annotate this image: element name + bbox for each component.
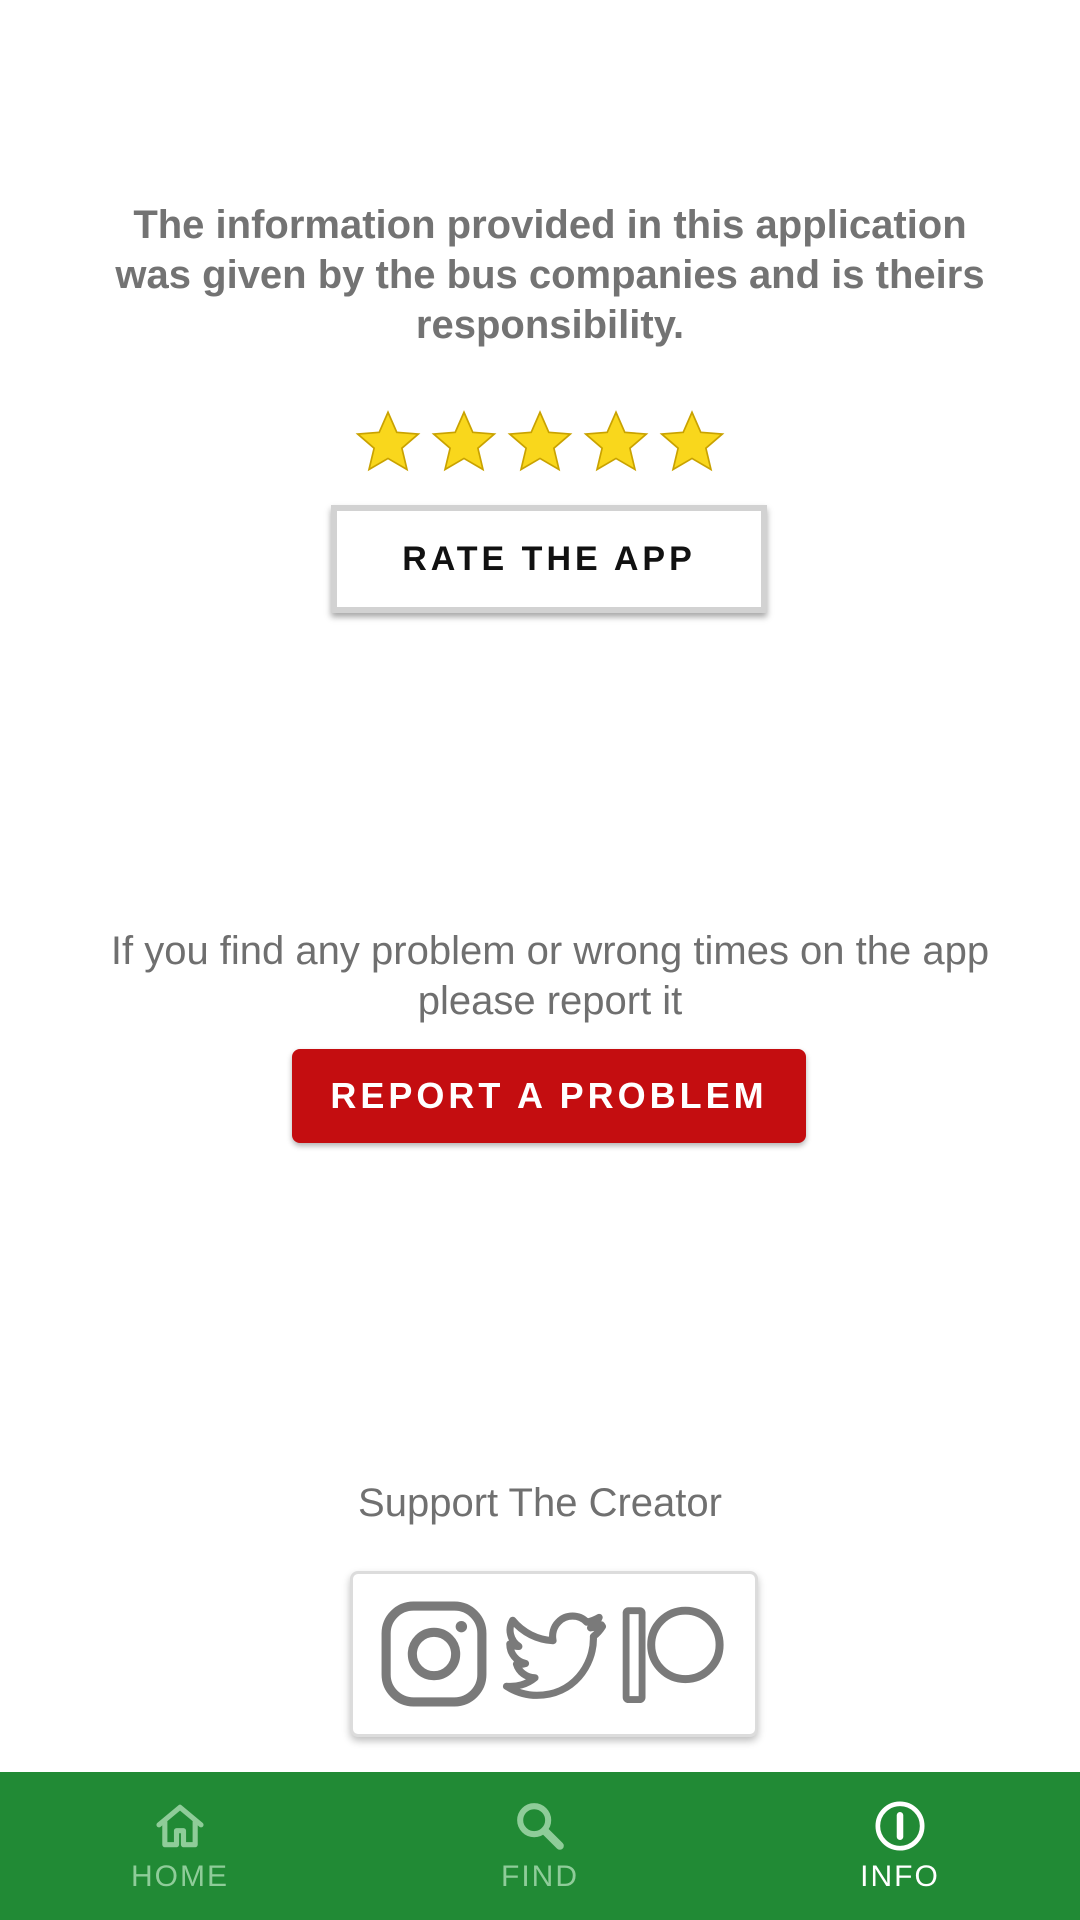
star-icon xyxy=(507,410,573,472)
social-links xyxy=(350,1571,758,1737)
nav-label-info: INFO xyxy=(860,1860,940,1893)
info-screen: The information provided in this applica… xyxy=(0,0,1080,1920)
star-icon xyxy=(431,410,497,472)
report-problem-button[interactable]: REPORT A PROBLEM xyxy=(292,1049,806,1143)
nav-label-home: HOME xyxy=(131,1860,229,1893)
rate-app-label: RATE THE APP xyxy=(402,539,696,578)
search-icon xyxy=(517,1803,564,1850)
nav-item-home[interactable]: HOME xyxy=(0,1772,360,1920)
support-title: Support The Creator xyxy=(358,1481,722,1525)
report-problem-label: REPORT A PROBLEM xyxy=(330,1075,768,1116)
disclaimer-text: The information provided in this applica… xyxy=(115,203,985,347)
twitter-icon[interactable] xyxy=(497,1597,611,1711)
star-icon xyxy=(583,410,649,472)
report-instructions: If you find any problem or wrong times o… xyxy=(110,929,990,1023)
rate-app-button[interactable]: RATE THE APP xyxy=(331,505,767,613)
instagram-icon[interactable] xyxy=(377,1597,491,1711)
rating-stars xyxy=(0,408,1080,476)
home-icon xyxy=(156,1804,204,1848)
patreon-icon[interactable] xyxy=(617,1597,731,1711)
nav-item-info[interactable]: INFO xyxy=(720,1772,1080,1920)
nav-item-find[interactable]: FIND xyxy=(360,1772,720,1920)
bottom-nav: HOME FIND INFO xyxy=(0,1772,1080,1920)
info-icon xyxy=(875,1801,925,1851)
star-icon xyxy=(355,410,421,472)
star-icon xyxy=(659,410,725,472)
nav-label-find: FIND xyxy=(501,1860,579,1893)
